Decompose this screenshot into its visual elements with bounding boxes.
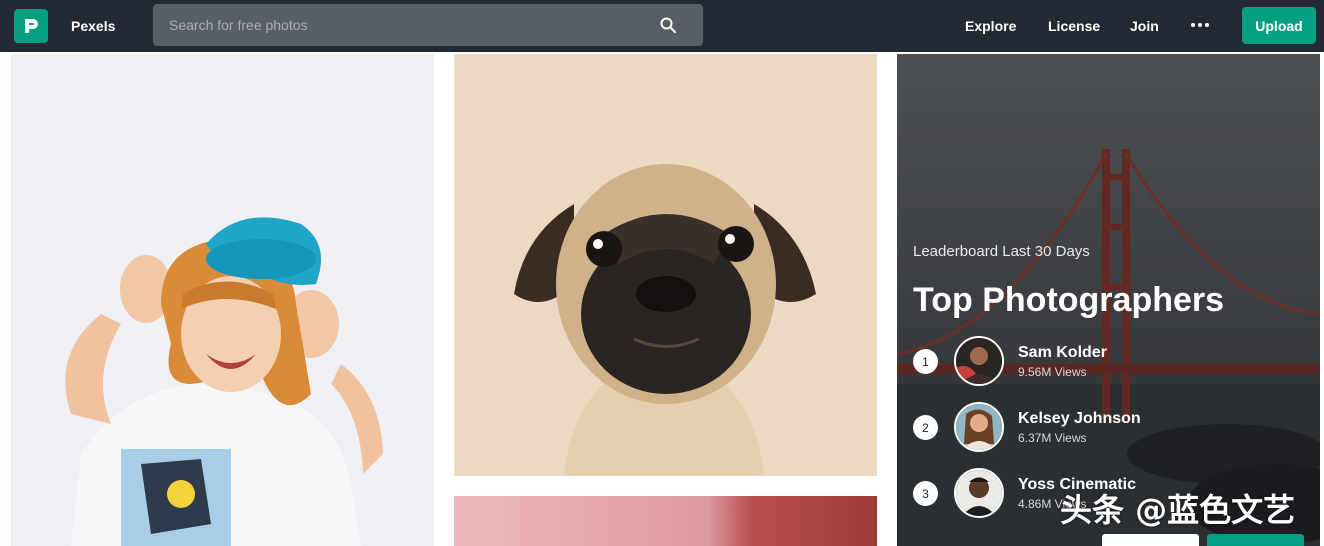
leaderboard-subtitle: Leaderboard Last 30 Days (913, 243, 1090, 260)
join-button-partial[interactable] (1207, 534, 1304, 546)
photographer-name[interactable]: Kelsey Johnson (1018, 409, 1141, 429)
photographer-row[interactable]: 2 Kelsey Johnson 6.37M Views (913, 402, 1313, 452)
photographer-views: 6.37M Views (1018, 431, 1087, 445)
woman-blue-beret-photo[interactable] (11, 54, 434, 546)
nav-join-link[interactable]: Join (1130, 16, 1159, 36)
avatar[interactable] (954, 468, 1004, 518)
avatar[interactable] (954, 402, 1004, 452)
watermark-text: 头条 @蓝色文艺 (1060, 491, 1296, 529)
upload-button[interactable]: Upload (1242, 7, 1316, 44)
rank-badge: 3 (913, 481, 938, 506)
nav-license-link[interactable]: License (1048, 16, 1100, 36)
rank-badge: 2 (913, 415, 938, 440)
pexels-logo-icon[interactable] (14, 9, 48, 43)
photographer-views: 9.56M Views (1018, 365, 1087, 379)
top-navigation-bar: Pexels Search for free photos Explore Li… (0, 0, 1324, 52)
search-icon[interactable] (647, 4, 689, 46)
pug-puppy-photo[interactable] (454, 54, 877, 476)
more-options-icon[interactable] (1188, 14, 1212, 36)
rank-badge: 1 (913, 349, 938, 374)
photographer-name[interactable]: Sam Kolder (1018, 343, 1107, 363)
leaderboard-panel: Leaderboard Last 30 Days Top Photographe… (897, 54, 1320, 546)
view-more-button[interactable] (1102, 534, 1199, 546)
pink-wall-photo[interactable] (454, 496, 877, 546)
logo-p-glyph (25, 19, 38, 33)
avatar[interactable] (954, 336, 1004, 386)
leaderboard-title: Top Photographers (913, 281, 1225, 319)
search-input[interactable]: Search for free photos (169, 17, 647, 33)
photographer-row[interactable]: 1 Sam Kolder 9.56M Views (913, 336, 1313, 386)
nav-explore-link[interactable]: Explore (965, 16, 1016, 36)
search-bar[interactable]: Search for free photos (153, 4, 703, 46)
brand-name[interactable]: Pexels (71, 16, 115, 36)
